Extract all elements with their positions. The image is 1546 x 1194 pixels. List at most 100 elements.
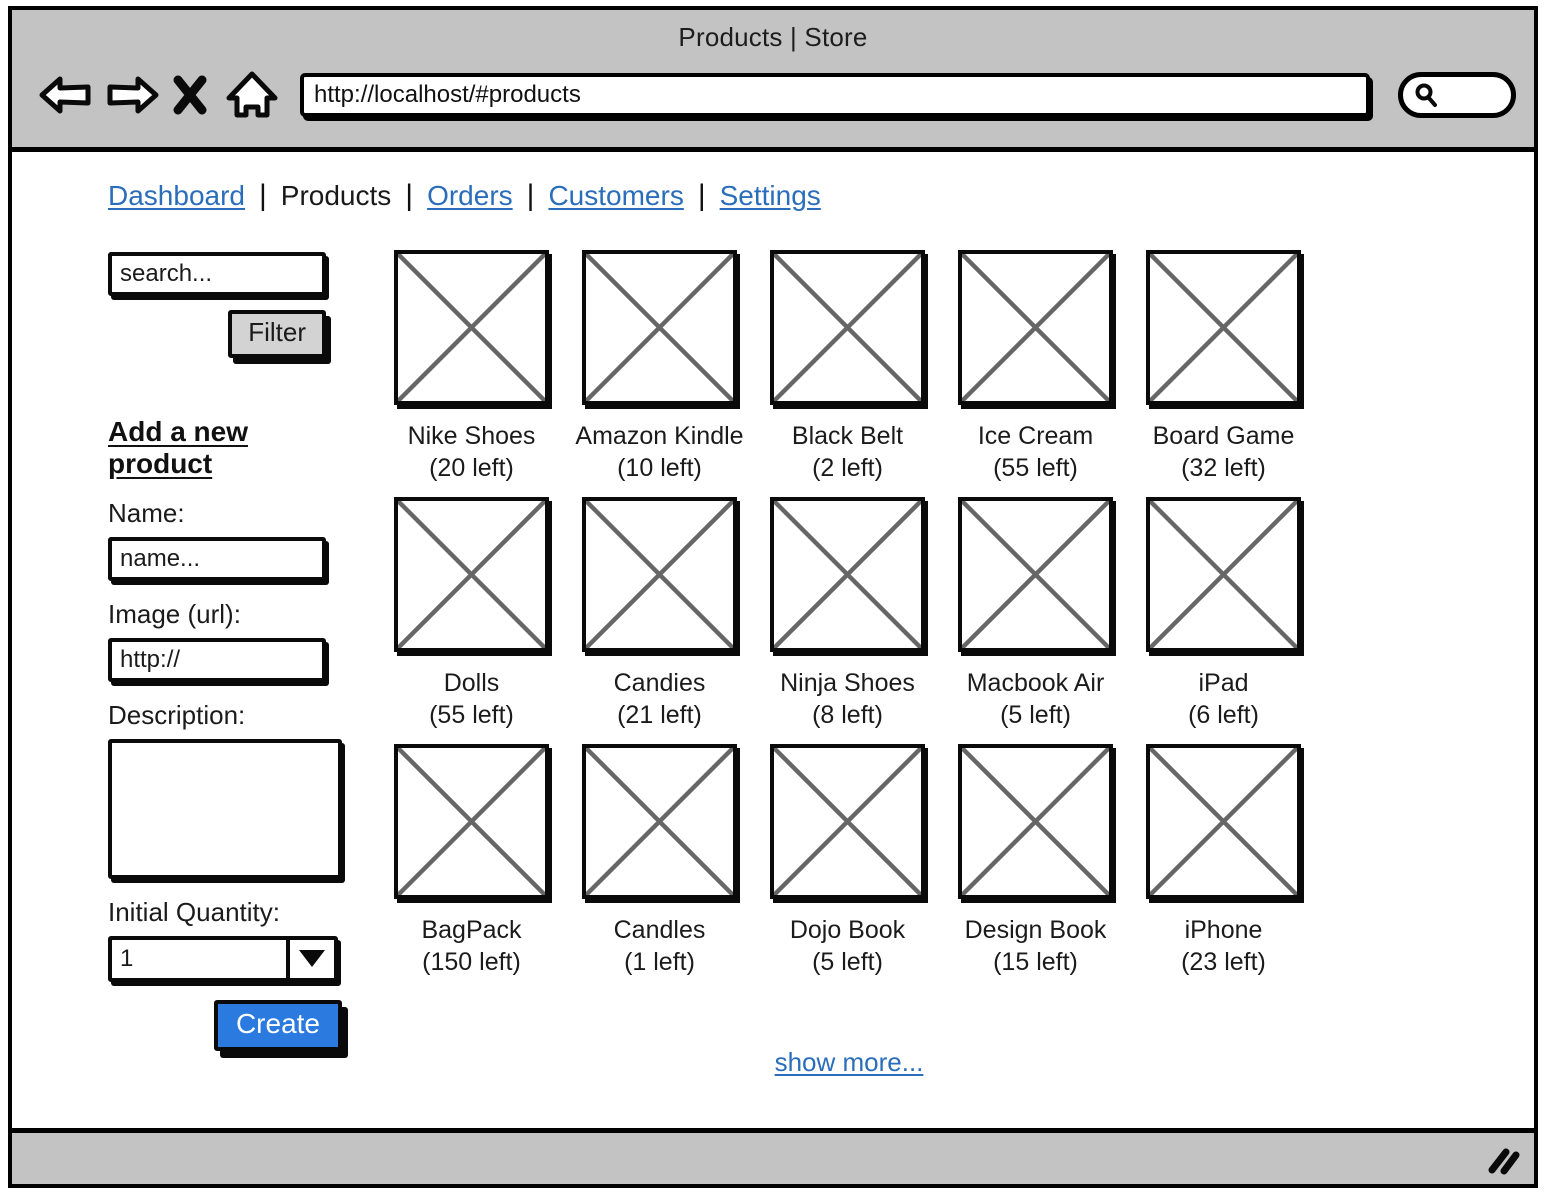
description-textarea[interactable] xyxy=(108,738,342,879)
nav-item-settings[interactable]: Settings xyxy=(720,180,821,212)
nav-item-dashboard[interactable]: Dashboard xyxy=(108,180,245,212)
forward-arrow-icon[interactable] xyxy=(104,67,160,123)
product-row: Nike Shoes (20 left) Amazon Kindle (10 l… xyxy=(394,250,1304,483)
product-image-placeholder-icon[interactable] xyxy=(1146,497,1301,652)
product-row: Dolls (55 left) Candies (21 left) Ninja … xyxy=(394,497,1304,730)
back-arrow-icon[interactable] xyxy=(38,67,94,123)
product-image-placeholder-icon[interactable] xyxy=(958,497,1113,652)
filter-button-row: Filter xyxy=(108,310,326,358)
stop-x-icon[interactable] xyxy=(170,67,210,123)
filter-button[interactable]: Filter xyxy=(228,310,326,358)
browser-chrome: Products | Store http://localhost/#produ… xyxy=(12,10,1534,152)
create-button[interactable]: Create xyxy=(213,999,342,1052)
browser-toolbar: http://localhost/#products xyxy=(12,56,1534,134)
product-card[interactable]: iPad (6 left) xyxy=(1146,497,1301,730)
nav-separator: | xyxy=(258,179,267,212)
product-stock: (23 left) xyxy=(1181,948,1266,976)
description-label: Description: xyxy=(108,699,246,730)
product-card[interactable]: Candles (1 left) xyxy=(582,744,737,977)
product-image-placeholder-icon[interactable] xyxy=(1146,744,1301,899)
product-card[interactable]: Candies (21 left) xyxy=(582,497,737,730)
name-label: Name: xyxy=(108,497,185,528)
product-name: iPad xyxy=(1198,669,1249,697)
search-input-value: search... xyxy=(120,260,213,287)
product-name: BagPack xyxy=(421,916,522,944)
browser-statusbar xyxy=(12,1128,1534,1184)
show-more-link[interactable]: show more... xyxy=(775,1047,924,1077)
product-name: Black Belt xyxy=(791,422,904,450)
product-card[interactable]: Board Game (32 left) xyxy=(1146,250,1301,483)
main-navigation: Dashboard | Products | Orders | Customer… xyxy=(108,180,821,212)
image-url-input[interactable]: http:// xyxy=(108,637,326,682)
home-icon[interactable] xyxy=(224,67,280,123)
initial-quantity-select[interactable]: 1 xyxy=(108,935,338,982)
product-stock: (55 left) xyxy=(429,701,514,729)
wireframe-screenshot: Products | Store http://localhost/#produ… xyxy=(0,0,1546,1194)
browser-search-box[interactable] xyxy=(1398,72,1516,118)
product-image-placeholder-icon[interactable] xyxy=(1146,250,1301,405)
window-title: Products | Store xyxy=(678,22,868,52)
product-name: Amazon Kindle xyxy=(575,422,744,450)
name-input[interactable]: name... xyxy=(108,536,326,581)
product-stock: (8 left) xyxy=(812,701,883,729)
sidebar: search... Filter Add a new product Name:… xyxy=(108,252,358,1052)
product-stock: (150 left) xyxy=(422,948,521,976)
initial-quantity-value: 1 xyxy=(120,944,134,972)
product-stock: (20 left) xyxy=(429,454,514,482)
product-card[interactable]: Amazon Kindle (10 left) xyxy=(575,250,744,483)
product-row: BagPack (150 left) Candles (1 left) Dojo… xyxy=(394,744,1304,977)
nav-separator: | xyxy=(697,179,706,212)
search-input[interactable]: search... xyxy=(108,252,326,296)
product-name: iPhone xyxy=(1184,916,1263,944)
product-image-placeholder-icon[interactable] xyxy=(770,744,925,899)
resize-grip-icon[interactable] xyxy=(1482,1146,1520,1176)
page-content: Dashboard | Products | Orders | Customer… xyxy=(12,152,1534,1128)
create-button-row: Create xyxy=(108,999,342,1052)
nav-item-products[interactable]: Products xyxy=(281,180,392,212)
product-image-placeholder-icon[interactable] xyxy=(770,497,925,652)
url-input[interactable]: http://localhost/#products xyxy=(300,73,1370,117)
name-input-value: name... xyxy=(120,544,201,572)
product-card[interactable]: Ice Cream (55 left) xyxy=(958,250,1113,483)
product-card[interactable]: Dojo Book (5 left) xyxy=(770,744,925,977)
product-card[interactable]: Dolls (55 left) xyxy=(394,497,549,730)
product-card[interactable]: Ninja Shoes (8 left) xyxy=(770,497,925,730)
product-card[interactable]: Macbook Air (5 left) xyxy=(958,497,1113,730)
product-name: Macbook Air xyxy=(966,669,1105,697)
add-product-heading: Add a new product xyxy=(108,415,249,479)
product-image-placeholder-icon[interactable] xyxy=(958,250,1113,405)
product-grid: Nike Shoes (20 left) Amazon Kindle (10 l… xyxy=(394,250,1304,991)
search-magnifier-icon xyxy=(1415,83,1437,107)
product-name: Candles xyxy=(613,916,706,944)
product-name: Dojo Book xyxy=(789,916,906,944)
image-url-input-value: http:// xyxy=(120,645,181,673)
product-card[interactable]: Black Belt (2 left) xyxy=(770,250,925,483)
product-card[interactable]: Nike Shoes (20 left) xyxy=(394,250,549,483)
product-stock: (1 left) xyxy=(624,948,695,976)
product-name: Candies xyxy=(613,669,706,697)
show-more-container: show more... xyxy=(394,1047,1304,1078)
product-stock: (55 left) xyxy=(993,454,1078,482)
product-stock: (21 left) xyxy=(617,701,702,729)
product-image-placeholder-icon[interactable] xyxy=(394,744,549,899)
browser-window: Products | Store http://localhost/#produ… xyxy=(8,6,1538,1188)
product-image-placeholder-icon[interactable] xyxy=(394,497,549,652)
nav-item-orders[interactable]: Orders xyxy=(427,180,513,212)
nav-item-customers[interactable]: Customers xyxy=(548,180,683,212)
product-image-placeholder-icon[interactable] xyxy=(958,744,1113,899)
product-image-placeholder-icon[interactable] xyxy=(582,250,737,405)
initial-quantity-label: Initial Quantity: xyxy=(108,896,280,927)
chevron-down-icon[interactable] xyxy=(286,939,334,978)
product-image-placeholder-icon[interactable] xyxy=(394,250,549,405)
product-image-placeholder-icon[interactable] xyxy=(582,497,737,652)
product-stock: (5 left) xyxy=(1000,701,1071,729)
url-text: http://localhost/#products xyxy=(314,81,581,108)
product-card[interactable]: iPhone (23 left) xyxy=(1146,744,1301,977)
product-image-placeholder-icon[interactable] xyxy=(770,250,925,405)
product-name: Design Book xyxy=(964,916,1107,944)
product-name: Nike Shoes xyxy=(407,422,536,450)
product-card[interactable]: Design Book (15 left) xyxy=(958,744,1113,977)
product-card[interactable]: BagPack (150 left) xyxy=(394,744,549,977)
product-name: Dolls xyxy=(443,669,500,697)
product-image-placeholder-icon[interactable] xyxy=(582,744,737,899)
